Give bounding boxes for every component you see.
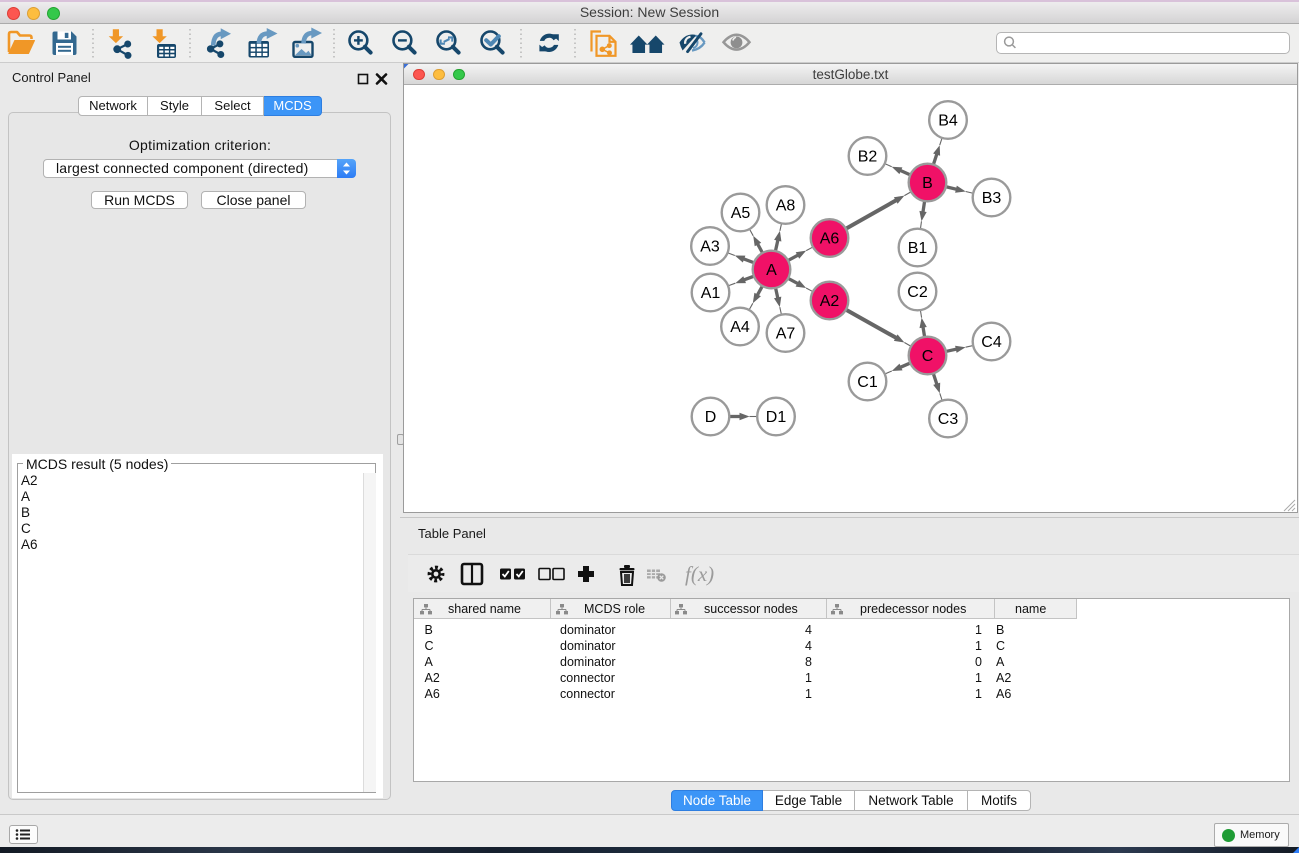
svg-text:A7: A7 [776,326,796,343]
svg-text:A3: A3 [700,239,720,256]
svg-text:C1: C1 [857,374,878,391]
svg-text:f(x): f(x) [685,562,714,586]
svg-text:C3: C3 [938,411,959,428]
svg-text:C2: C2 [907,284,928,301]
svg-text:B1: B1 [908,240,928,257]
svg-text:A8: A8 [776,198,796,215]
svg-text:D1: D1 [766,409,787,426]
svg-text:B2: B2 [858,149,878,166]
svg-text:A1: A1 [701,285,721,302]
svg-text:C: C [922,348,934,365]
svg-text:A2: A2 [820,293,840,310]
svg-text:A: A [766,262,777,279]
svg-text:A6: A6 [820,231,840,248]
svg-text:D: D [705,409,717,426]
svg-text:B4: B4 [938,113,958,130]
svg-text:B: B [922,175,933,192]
svg-text:B3: B3 [982,190,1002,207]
svg-text:A4: A4 [730,319,750,336]
svg-text:C4: C4 [981,334,1002,351]
svg-text:A5: A5 [731,205,751,222]
